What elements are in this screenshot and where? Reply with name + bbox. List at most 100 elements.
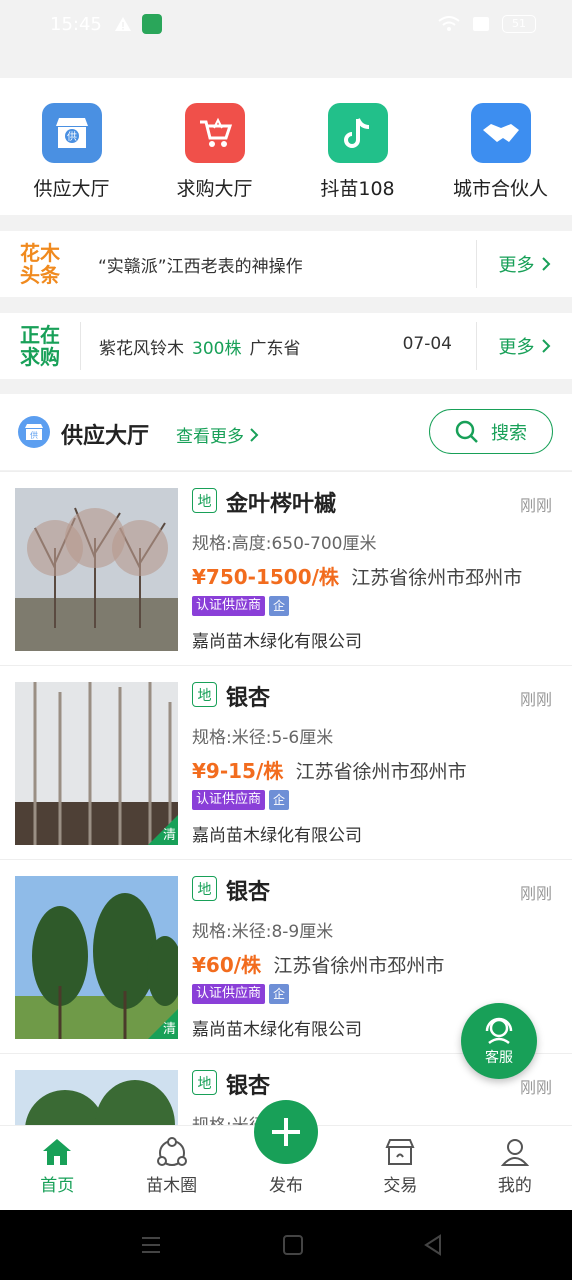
svg-text:供: 供: [67, 130, 77, 143]
news-logo-line1: 花木: [20, 241, 60, 265]
field-tag: 地: [192, 876, 217, 901]
product-name: 银杏: [226, 880, 271, 905]
buy-date: 07-04: [402, 333, 452, 354]
product-name: 金叶梣叶槭: [226, 492, 337, 517]
corner-tag: 清: [162, 1022, 176, 1037]
badges: 认证供应商 企: [192, 790, 290, 810]
quick-nav-supply[interactable]: 供 供应大厅: [0, 78, 143, 215]
supply-hall-title: 供应大厅: [61, 424, 150, 449]
quick-nav-douyin[interactable]: 抖苗108: [286, 78, 429, 215]
tab-home[interactable]: 首页: [0, 1126, 114, 1210]
tab-trade[interactable]: 交易: [343, 1126, 457, 1210]
svg-text:供: 供: [30, 430, 38, 440]
post-time: 刚刚: [519, 496, 552, 515]
product-location: 江苏省徐州市邳州市: [351, 567, 523, 589]
post-time: 刚刚: [519, 884, 552, 903]
system-nav-bar: [0, 1210, 572, 1280]
news-more-button[interactable]: 更多: [477, 231, 572, 297]
status-bar: 15:45 51: [0, 0, 572, 52]
product-location: 江苏省徐州市邳州市: [295, 761, 467, 783]
list-item[interactable]: 地 金叶梣叶槭 刚刚 规格:高度:650-700厘米 ¥750-1500/株 江…: [0, 471, 572, 665]
tiktok-icon: [327, 103, 388, 163]
chevron-right-icon: [541, 339, 550, 353]
list-item[interactable]: 清 地 银杏 刚刚 规格:米径:5-6厘米 ¥9-15/株 江苏省徐州市邳州市 …: [0, 665, 572, 859]
product-spec: 规格:米径:5-6厘米: [192, 728, 334, 748]
home-square-icon[interactable]: [282, 1234, 304, 1256]
certified-supplier-badge: 认证供应商: [192, 790, 266, 810]
buy-request-bar[interactable]: 正在 求购 紫花风铃木 300株 广东省 07-04 更多: [0, 313, 572, 379]
price-row: ¥750-1500/株 江苏省徐州市邳州市: [192, 561, 522, 590]
quick-nav-buy[interactable]: 求购大厅: [143, 78, 286, 215]
supply-hall-icon: 供: [18, 416, 50, 448]
product-price: ¥9-15/株: [192, 759, 284, 783]
buy-region: 广东省: [249, 338, 301, 359]
tab-label: 我的: [497, 1176, 532, 1196]
publish-button[interactable]: [254, 1100, 318, 1164]
field-tag: 地: [192, 488, 217, 513]
certified-supplier-badge: 认证供应商: [192, 984, 266, 1004]
view-more-link[interactable]: 查看更多: [176, 422, 259, 447]
product-spec: 规格:高度:650-700厘米: [192, 534, 377, 554]
product-price: ¥750-1500/株: [192, 565, 339, 589]
product-image: [15, 488, 178, 651]
quick-nav-label: 求购大厅: [176, 178, 253, 200]
home-icon: [43, 1139, 72, 1165]
post-time: 刚刚: [519, 1078, 552, 1097]
view-more-label: 查看更多: [176, 427, 244, 447]
badges: 认证供应商 企: [192, 984, 290, 1004]
more-label: 更多: [498, 255, 535, 276]
post-time: 刚刚: [519, 690, 552, 709]
search-button[interactable]: 搜索: [429, 409, 553, 454]
news-headline[interactable]: “实赣派”江西老表的神操作: [80, 252, 476, 277]
menu-icon[interactable]: [140, 1234, 162, 1256]
product-location: 江苏省徐州市邳州市: [273, 955, 445, 977]
buy-more-button[interactable]: 更多: [477, 313, 572, 379]
quick-nav: 供 供应大厅 求购大厅 抖苗108 城市合伙人: [0, 78, 572, 215]
back-triangle-icon[interactable]: [422, 1234, 444, 1256]
customer-service-label: 客服: [485, 1050, 513, 1066]
shopping-cart-icon: [184, 103, 245, 163]
enterprise-badge: 企: [269, 790, 290, 810]
user-icon: [500, 1139, 530, 1166]
product-spec: 规格:米径:8-9厘米: [192, 922, 334, 942]
tab-label: 苗木圈: [146, 1176, 198, 1196]
company-name: 嘉尚苗木绿化有限公司: [192, 632, 362, 652]
handshake-icon: [470, 103, 531, 163]
seedling-circle-icon: [156, 1137, 187, 1166]
customer-service-button[interactable]: 客服: [461, 1003, 537, 1079]
news-logo-line2: 头条: [20, 263, 60, 287]
tab-label: 首页: [40, 1176, 75, 1196]
news-logo: 花木 头条: [0, 231, 80, 297]
product-name: 银杏: [226, 1074, 271, 1099]
buy-product: 紫花风铃木: [99, 338, 184, 359]
tab-mine[interactable]: 我的: [458, 1126, 572, 1210]
quick-nav-label: 城市合伙人: [452, 178, 548, 200]
quick-nav-label: 供应大厅: [33, 178, 110, 200]
quick-nav-label: 抖苗108: [320, 178, 395, 200]
badges: 认证供应商 企: [192, 596, 290, 616]
buy-logo: 正在 求购: [0, 313, 80, 379]
corner-tag: 清: [162, 828, 176, 843]
sim-icon: [473, 17, 489, 31]
search-label: 搜索: [491, 422, 527, 444]
product-price: ¥60/株: [192, 953, 262, 977]
warning-icon: [115, 17, 131, 31]
product-image: 清: [15, 682, 178, 845]
certified-supplier-badge: 认证供应商: [192, 596, 266, 616]
buy-logo-line2: 求购: [20, 345, 60, 369]
more-label: 更多: [498, 337, 535, 358]
battery-icon: 51: [502, 15, 536, 33]
product-name: 银杏: [226, 686, 271, 711]
company-name: 嘉尚苗木绿化有限公司: [192, 1020, 362, 1040]
supply-hall-header: 供 供应大厅 查看更多 搜索: [0, 394, 572, 470]
buy-request-text[interactable]: 紫花风铃木 300株 广东省 07-04: [81, 334, 476, 359]
news-bar[interactable]: 花木 头条 “实赣派”江西老表的神操作 更多: [0, 231, 572, 297]
quick-nav-partner[interactable]: 城市合伙人: [429, 78, 572, 215]
enterprise-badge: 企: [269, 984, 290, 1004]
tab-label: 发布: [269, 1176, 304, 1196]
tab-seedling-circle[interactable]: 苗木圈: [114, 1126, 228, 1210]
enterprise-badge: 企: [269, 596, 290, 616]
product-image: [15, 1070, 178, 1125]
buy-logo-line1: 正在: [20, 323, 60, 347]
shield-icon: [142, 14, 162, 34]
